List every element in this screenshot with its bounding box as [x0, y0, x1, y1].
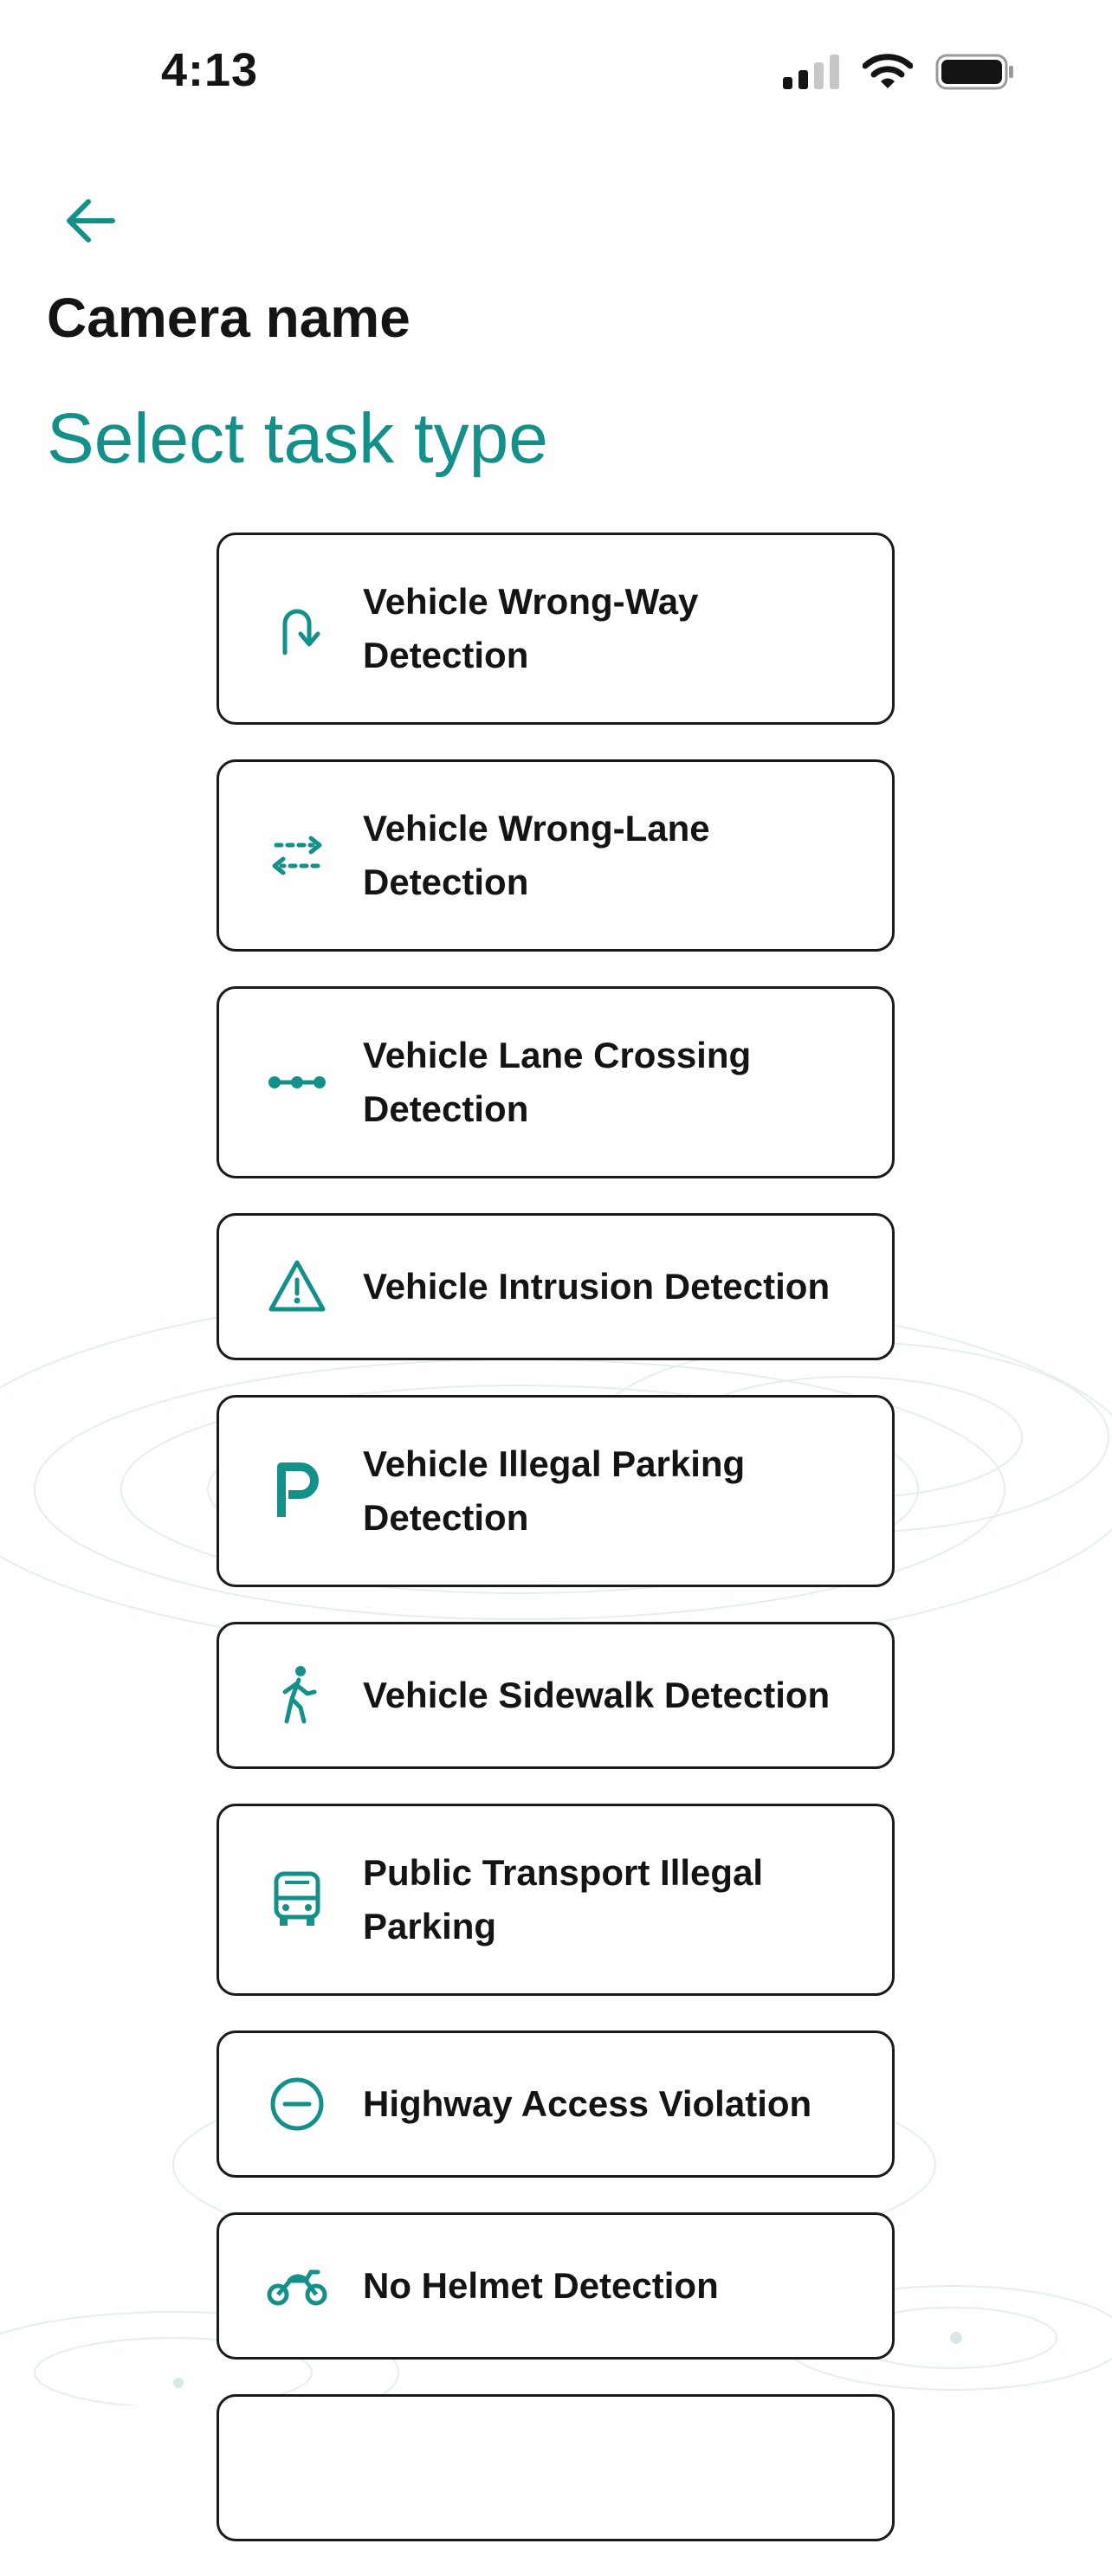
task-card-sidewalk[interactable]: Vehicle Sidewalk Detection: [217, 1622, 895, 1769]
task-label: No Helmet Detection: [363, 2265, 719, 2306]
u-turn-arrow-icon: [266, 597, 328, 660]
camera-name: Camera name: [47, 287, 411, 349]
motorcycle-icon: [266, 2255, 328, 2317]
task-card-no-helmet[interactable]: No Helmet Detection: [217, 2212, 895, 2360]
task-label: Vehicle Sidewalk Detection: [363, 1675, 831, 1715]
task-label: Vehicle Wrong-Lane Detection: [363, 808, 710, 902]
task-card-intrusion[interactable]: Vehicle Intrusion Detection: [217, 1213, 895, 1360]
battery-icon: [935, 54, 1015, 94]
task-card-lane-crossing[interactable]: Vehicle Lane Crossing Detection: [217, 986, 895, 1178]
pedestrian-walking-icon: [266, 1664, 328, 1727]
task-card-public-transport[interactable]: Public Transport Illegal Parking: [217, 1804, 895, 1996]
task-card-wrong-lane[interactable]: Vehicle Wrong-Lane Detection: [217, 759, 895, 952]
bus-icon: [266, 1869, 328, 1931]
task-label: Vehicle Illegal Parking Detection: [363, 1443, 746, 1538]
status-time: 4:13: [161, 44, 259, 96]
task-label: Vehicle Wrong-Way Detection: [363, 581, 699, 675]
task-label: Public Transport Illegal Parking: [363, 1852, 764, 1947]
task-card-illegal-parking[interactable]: Vehicle Illegal Parking Detection: [217, 1395, 895, 1587]
task-label: Highway Access Violation: [363, 2083, 812, 2124]
task-card-wrong-way[interactable]: Vehicle Wrong-Way Detection: [217, 533, 895, 725]
warning-triangle-icon: [266, 1256, 328, 1318]
page-title: Select task type: [47, 399, 548, 478]
cellular-signal-icon: [783, 55, 840, 94]
swap-lane-arrows-icon: [266, 824, 328, 887]
back-button[interactable]: [61, 190, 121, 251]
task-label: Vehicle Intrusion Detection: [363, 1266, 831, 1307]
status-bar: 4:13: [0, 0, 1112, 139]
task-card-partial[interactable]: [217, 2394, 895, 2541]
no-entry-icon: [266, 2073, 328, 2135]
wifi-icon: [862, 54, 914, 94]
dotted-line-icon: [266, 1051, 328, 1114]
parking-p-icon: [266, 1460, 328, 1522]
task-label: Vehicle Lane Crossing Detection: [363, 1035, 752, 1129]
arrow-left-icon: [67, 199, 115, 242]
task-type-list: Vehicle Wrong-Way Detection Vehicle Wron…: [217, 533, 895, 2576]
task-card-highway-access[interactable]: Highway Access Violation: [217, 2030, 895, 2178]
